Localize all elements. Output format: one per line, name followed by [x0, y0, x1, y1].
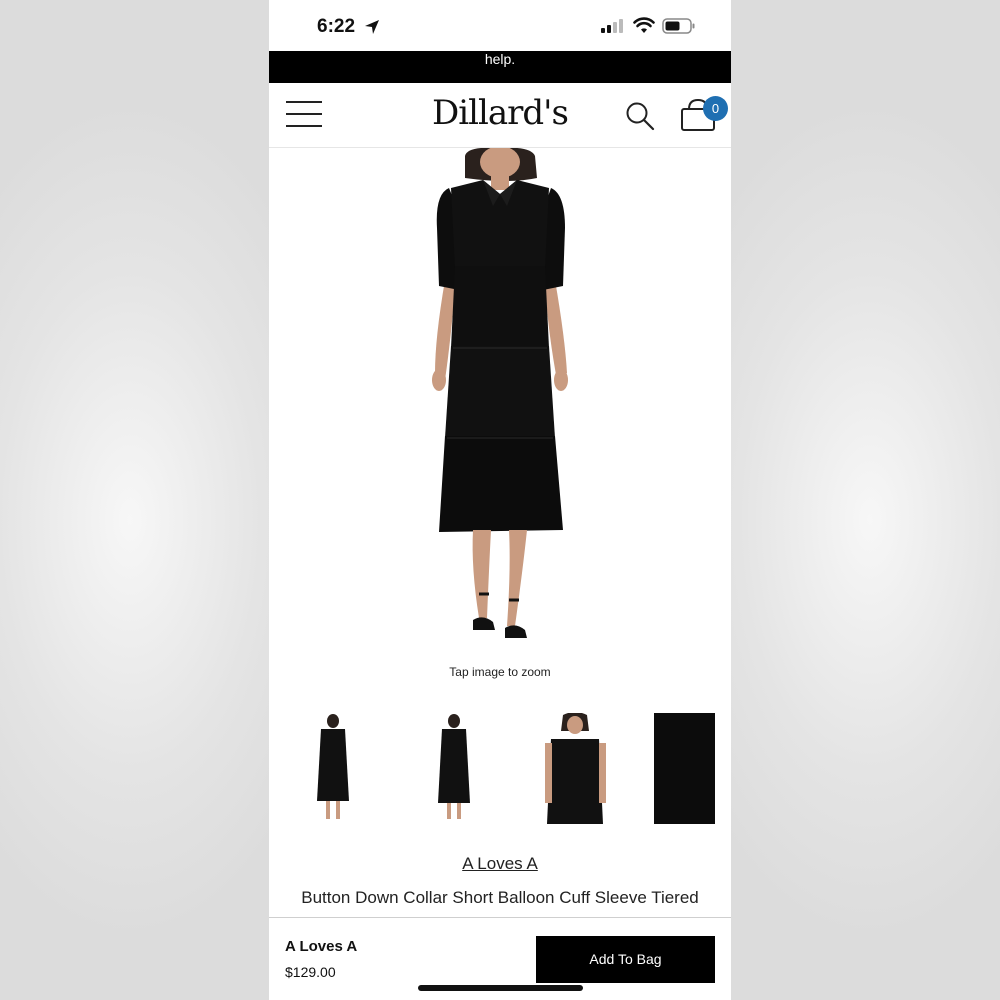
product-thumbnail-4[interactable]: [654, 713, 715, 824]
product-title: Button Down Collar Short Balloon Cuff Sl…: [301, 888, 699, 907]
footer-brand: A Loves A: [285, 938, 358, 955]
search-icon[interactable]: [625, 101, 655, 131]
promo-text: help.: [484, 51, 516, 67]
product-main-image[interactable]: [389, 148, 611, 648]
promo-banner[interactable]: help.: [269, 51, 731, 83]
cellular-signal-icon: [601, 19, 623, 33]
dillards-logo[interactable]: Dillard's: [419, 93, 581, 133]
battery-icon: [662, 18, 695, 34]
add-to-bag-button[interactable]: Add To Bag: [536, 936, 715, 983]
footer-price: $129.00: [285, 964, 336, 980]
home-indicator[interactable]: [418, 985, 583, 991]
site-header: Dillard's 0: [269, 83, 731, 148]
cart-count-badge[interactable]: 0: [703, 96, 728, 121]
product-thumbnail-3[interactable]: [545, 713, 606, 824]
wifi-icon: [633, 17, 655, 33]
product-brand-link[interactable]: A Loves A: [269, 854, 731, 874]
tap-to-zoom-hint: Tap image to zoom: [449, 665, 551, 679]
hamburger-menu-icon[interactable]: [286, 101, 322, 129]
status-time: 6:22: [317, 16, 356, 37]
product-thumbnail-2[interactable]: [424, 713, 485, 824]
location-arrow-icon: [365, 20, 379, 34]
product-thumbnail-1[interactable]: [303, 713, 364, 824]
status-bar: 6:22: [269, 0, 731, 52]
phone-screen: 6:22 help. Dillard's 0 Tap image to zoom…: [269, 0, 731, 1000]
